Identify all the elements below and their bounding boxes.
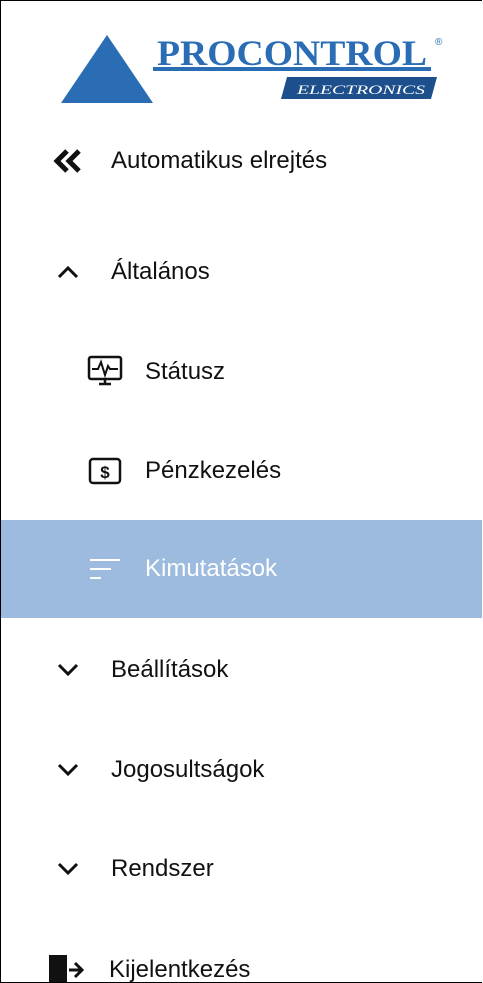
logout-label: Kijelentkezés <box>109 956 251 983</box>
chevron-down-icon <box>53 862 83 876</box>
double-chevron-left-icon <box>53 149 83 173</box>
auto-hide-button[interactable]: Automatikus elrejtés <box>1 112 482 210</box>
menu-group-system-label: Rendszer <box>111 855 214 882</box>
auto-hide-label: Automatikus elrejtés <box>111 147 328 174</box>
menu-item-status-label: Státusz <box>145 358 226 385</box>
menu-item-cash-management-label: Pénzkezelés <box>145 457 282 484</box>
menu-item-cash-management[interactable]: $ Pénzkezelés <box>1 422 482 520</box>
monitor-pulse-icon <box>85 355 125 389</box>
procontrol-logo: PROCONTROL ® ELECTRONICS <box>61 33 443 103</box>
menu-group-general[interactable]: Általános <box>1 223 482 321</box>
svg-text:$: $ <box>100 463 110 482</box>
registered-mark: ® <box>435 37 443 48</box>
logout-icon <box>47 953 85 982</box>
menu-item-reports-label: Kimutatások <box>145 555 278 582</box>
chevron-up-icon <box>53 265 83 279</box>
logout-button[interactable]: Kijelentkezés <box>1 921 482 983</box>
chevron-down-icon <box>53 763 83 777</box>
logo-subtitle: ELECTRONICS <box>295 82 425 97</box>
report-lines-icon <box>85 556 125 582</box>
menu-item-reports[interactable]: Kimutatások <box>1 520 482 618</box>
dollar-box-icon: $ <box>85 457 125 485</box>
menu-group-settings[interactable]: Beállítások <box>1 621 482 719</box>
menu-group-system[interactable]: Rendszer <box>1 820 482 918</box>
menu-item-status[interactable]: Státusz <box>1 323 482 421</box>
menu-group-permissions-label: Jogosultságok <box>111 756 265 783</box>
logo-wordmark: PROCONTROL <box>157 33 427 73</box>
sidebar: PROCONTROL ® ELECTRONICS Automatikus elr… <box>0 0 482 983</box>
menu-group-permissions[interactable]: Jogosultságok <box>1 721 482 819</box>
chevron-down-icon <box>53 663 83 677</box>
menu-group-settings-label: Beállítások <box>111 656 229 683</box>
menu-group-general-label: Általános <box>111 258 210 285</box>
